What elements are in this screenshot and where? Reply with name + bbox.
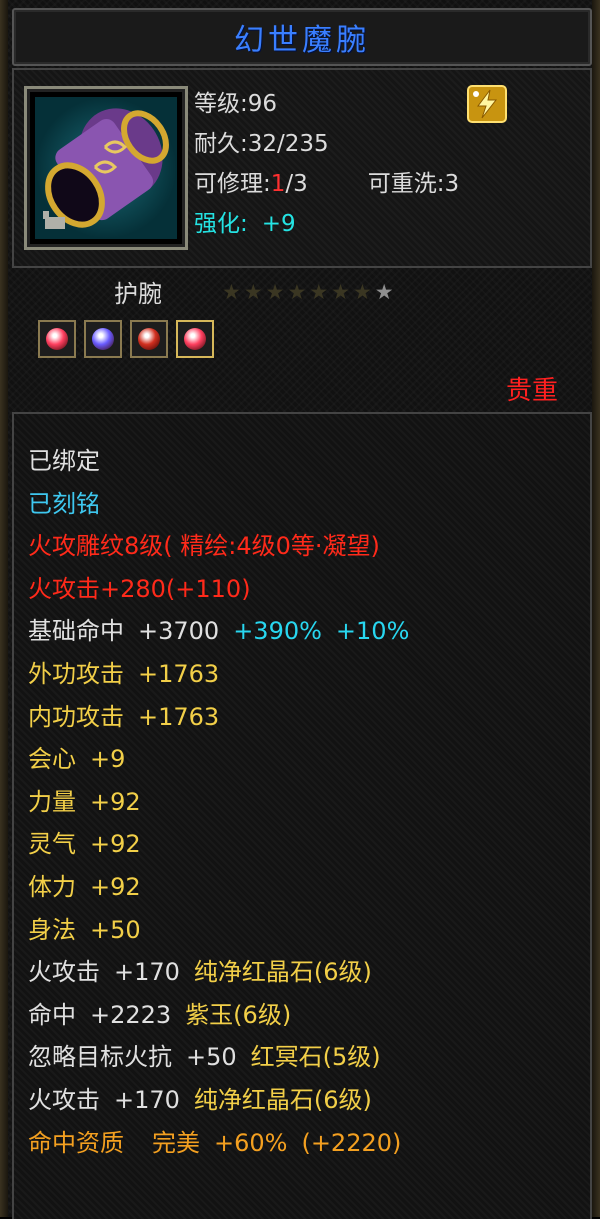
star-icon: ★ <box>309 280 329 304</box>
gem-bonus-3-name: 红冥石(5级) <box>250 1043 381 1072</box>
agility-label: 身法 <box>28 915 76 944</box>
aptitude-grade: 完美 <box>152 1128 200 1157</box>
red-crystal-icon <box>138 328 160 350</box>
stamina-line: 体力 +92 <box>28 866 409 909</box>
crit-line: 会心 +9 <box>28 738 409 781</box>
gem-bonus-4-label: 火攻击 <box>28 1085 100 1114</box>
gem-bonus-2-label: 命中 <box>28 1000 76 1029</box>
bound-status: 已绑定 <box>28 447 100 475</box>
star-icon: ★ <box>243 280 263 304</box>
stamina-value: +92 <box>90 872 141 901</box>
enhance-value: +9 <box>261 211 296 237</box>
base-hit-value: +3700 <box>138 617 220 646</box>
repair-max: /3 <box>285 171 308 197</box>
gem-bonus-line-3: 忽略目标火抗 +50 红冥石(5级) <box>28 1036 409 1079</box>
gem-bonus-line-4: 火攻击 +170 纯净红晶石(6级) <box>28 1079 409 1122</box>
enhance-label: 强化: <box>194 211 248 237</box>
gem-bonus-1-value: +170 <box>114 958 180 987</box>
base-hit-label: 基础命中 <box>28 617 124 646</box>
red-gem-icon <box>184 328 206 350</box>
star-icon: ★ <box>265 280 285 304</box>
aptitude-value: +60% <box>214 1128 288 1157</box>
spirit-label: 灵气 <box>28 830 76 859</box>
gem-bonus-4-name: 纯净红晶石(6级) <box>193 1085 372 1114</box>
fire-attack-line: 火攻击+280(+110) <box>28 574 251 603</box>
base-hit-bonus-2: +10% <box>335 617 410 646</box>
durability-text: 耐久:32/235 <box>194 131 329 157</box>
star-icon: ★ <box>331 280 350 304</box>
item-name: 幻世魔腕 <box>234 23 370 58</box>
gem-bonus-line-1: 火攻击 +170 纯净红晶石(6级) <box>28 951 409 994</box>
inner-attack-value: +1763 <box>138 702 220 731</box>
frame-left-edge <box>0 0 8 1217</box>
rewash-text: 可重洗:3 <box>367 171 460 197</box>
star-icon: ★ <box>352 280 372 304</box>
attribute-list: 已绑定 已刻铭 火攻雕纹8级( 精绘:4级0等·凝望) 火攻击+280(+110… <box>28 440 409 1164</box>
red-gem-icon <box>46 328 68 350</box>
spirit-value: +92 <box>90 830 141 859</box>
base-hit-line: 基础命中 +3700 +390% +10% <box>28 610 409 653</box>
outer-attack-label: 外功攻击 <box>28 659 124 688</box>
item-icon-frame <box>24 86 188 250</box>
carve-line: 火攻雕纹8级( 精绘:4级0等·凝望) <box>28 532 380 561</box>
item-stats: 等级:96 耐久:32/235 可修理:1/3 可重洗:3 强化: +9 <box>194 84 459 244</box>
bracer-icon <box>35 97 177 239</box>
gem-bonus-2-value: +2223 <box>90 1000 172 1029</box>
quality-label: 贵重 <box>505 376 558 406</box>
inner-attack-line: 内功攻击 +1763 <box>28 696 409 739</box>
gem-bonus-3-label: 忽略目标火抗 <box>28 1043 172 1072</box>
base-hit-bonus-1: +390% <box>233 617 322 646</box>
stamina-label: 体力 <box>28 872 76 901</box>
title-bar: 幻世魔腕 <box>12 8 592 66</box>
engraved-status: 已刻铭 <box>28 489 100 518</box>
strength-line: 力量 +92 <box>28 781 409 824</box>
star-icon: ★ <box>287 280 307 304</box>
outer-attack-value: +1763 <box>138 659 220 688</box>
gem-bonus-line-2: 命中 +2223 紫玉(6级) <box>28 994 409 1037</box>
item-type: 护腕 <box>114 280 162 308</box>
repair-row: 可修理:1/3 可重洗:3 <box>194 164 459 204</box>
gem-slot[interactable] <box>176 320 214 358</box>
star-rating: ★ ★ ★ ★ ★ ★ ★ ★ <box>222 280 394 304</box>
inner-attack-label: 内功攻击 <box>28 702 124 731</box>
gem-slot[interactable] <box>130 320 168 358</box>
outer-attack-line: 外功攻击 +1763 <box>28 653 409 696</box>
gold-lightning-badge-icon <box>466 84 508 124</box>
frame-right-edge <box>592 0 600 1217</box>
star-icon: ★ <box>374 280 394 304</box>
gem-bonus-3-value: +50 <box>186 1043 237 1072</box>
gem-slots <box>38 320 214 358</box>
gem-slot[interactable] <box>38 320 76 358</box>
strength-value: +92 <box>90 787 141 816</box>
star-icon: ★ <box>222 280 241 304</box>
aptitude-line: 命中资质 完美 +60% (+2220) <box>28 1122 409 1165</box>
gem-slot[interactable] <box>84 320 122 358</box>
crit-value: +9 <box>90 745 126 774</box>
spirit-line: 灵气 +92 <box>28 823 409 866</box>
level-text: 等级:96 <box>194 91 278 117</box>
strength-label: 力量 <box>28 787 76 816</box>
gem-bonus-1-name: 纯净红晶石(6级) <box>193 958 372 987</box>
aptitude-bonus: (+2220) <box>301 1128 402 1157</box>
gem-bonus-1-label: 火攻击 <box>28 958 100 987</box>
crit-label: 会心 <box>28 745 76 774</box>
agility-value: +50 <box>90 915 141 944</box>
agility-line: 身法 +50 <box>28 909 409 952</box>
gem-bonus-4-value: +170 <box>114 1085 180 1114</box>
enhance-row: 强化: +9 <box>194 204 459 244</box>
purple-gem-icon <box>92 328 114 350</box>
gem-bonus-2-name: 紫玉(6级) <box>185 1000 292 1029</box>
repair-label: 可修理: <box>194 171 271 197</box>
repair-current: 1 <box>270 171 286 197</box>
aptitude-label: 命中资质 <box>28 1128 124 1157</box>
